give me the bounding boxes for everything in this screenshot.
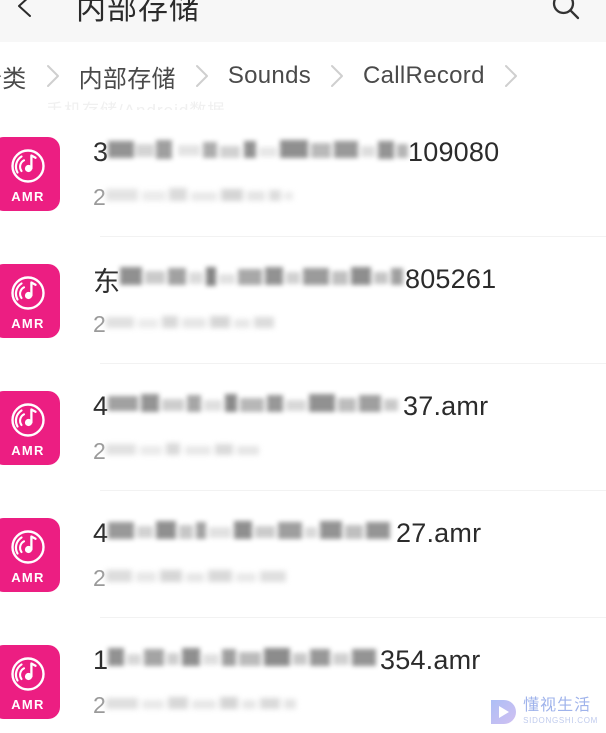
file-text-column: 4: [93, 491, 606, 618]
file-list-item[interactable]: AMR 3 109080 2: [0, 110, 606, 237]
file-list-item[interactable]: AMR 4: [0, 364, 606, 491]
chevron-right-icon: [485, 63, 537, 89]
amr-audio-icon: AMR: [0, 517, 60, 592]
music-disc-icon: [8, 146, 48, 186]
file-name: 4: [93, 389, 606, 423]
breadcrumb-item-category[interactable]: 分类: [0, 59, 27, 94]
file-name: 东 805261: [93, 262, 606, 297]
amr-icon-label: AMR: [11, 188, 45, 204]
back-arrow-icon: [13, 0, 39, 19]
file-meta-redacted: [105, 440, 266, 462]
music-disc-icon: [8, 400, 48, 440]
amr-audio-icon: AMR: [0, 644, 60, 719]
file-meta-lead: 2: [93, 691, 106, 718]
file-name: 3 109080: [93, 135, 606, 169]
search-button[interactable]: [542, 0, 590, 30]
title-bar: 内部存储: [0, 0, 606, 42]
chevron-right-icon: [311, 63, 363, 89]
file-name-tail: 354.amr: [380, 644, 481, 675]
file-meta: 2: [93, 690, 606, 720]
search-icon: [549, 0, 583, 23]
file-meta: 2: [93, 563, 606, 593]
file-meta: 2: [93, 436, 606, 466]
amr-icon-label: AMR: [11, 442, 45, 458]
breadcrumb: 分类 内部存储 Sounds CallRecord: [0, 42, 606, 110]
music-disc-icon: [8, 527, 48, 567]
breadcrumb-item-callrecord[interactable]: CallRecord: [363, 62, 485, 90]
file-name-lead: 4: [93, 517, 109, 548]
file-name-tail: 37.amr: [403, 390, 489, 421]
amr-icon-label: AMR: [11, 696, 45, 712]
file-name-lead: 东: [93, 266, 120, 297]
amr-icon-label: AMR: [11, 315, 45, 331]
file-name-redacted: [108, 393, 403, 419]
chevron-right-icon: [176, 63, 228, 89]
file-text-column: 3 109080 2: [93, 110, 606, 237]
breadcrumb-item-internal-storage[interactable]: 内部存储: [79, 59, 176, 94]
file-text-column: 4: [93, 364, 606, 491]
file-meta: 2: [93, 309, 606, 339]
file-meta-lead: 2: [93, 310, 106, 337]
file-list[interactable]: AMR 3 109080 2 AMR 东 805261 2 AMR 4 37.a…: [0, 110, 606, 733]
file-name-lead: 3: [93, 136, 109, 167]
file-list-item[interactable]: AMR 4: [0, 491, 606, 618]
file-meta-lead: 2: [93, 183, 106, 210]
file-name-tail: 27.amr: [396, 517, 482, 548]
file-name-lead: 1: [93, 644, 109, 675]
file-name-redacted: [108, 647, 380, 673]
music-disc-icon: [8, 273, 48, 313]
file-text-column: 东 805261 2: [93, 237, 606, 364]
page-title: 内部存储: [76, 0, 200, 26]
file-name-redacted: [108, 139, 409, 165]
file-meta-redacted: [105, 186, 296, 208]
amr-icon-label: AMR: [11, 569, 45, 585]
file-meta-redacted: [105, 313, 281, 335]
file-meta: 2: [93, 182, 606, 212]
file-list-item[interactable]: AMR 东 805261 2: [0, 237, 606, 364]
file-name-redacted: [120, 266, 405, 292]
music-disc-icon: [8, 654, 48, 694]
amr-audio-icon: AMR: [0, 136, 60, 211]
amr-audio-icon: AMR: [0, 263, 60, 338]
back-button[interactable]: [4, 0, 48, 28]
file-name-tail: 109080: [408, 136, 500, 167]
breadcrumb-item-sounds[interactable]: Sounds: [228, 62, 311, 90]
chevron-right-icon: [27, 63, 79, 89]
file-meta-redacted: [105, 567, 291, 589]
file-manager-screen: 内部存储 分类 内部存储 Sounds: [0, 0, 606, 733]
file-name-tail: 805261: [405, 263, 497, 294]
file-meta-lead: 2: [93, 437, 106, 464]
file-meta-lead: 2: [93, 564, 106, 591]
amr-audio-icon: AMR: [0, 390, 60, 465]
file-name: 4: [93, 516, 606, 550]
file-meta-redacted: [105, 694, 301, 716]
file-name-lead: 4: [93, 390, 109, 421]
file-name: 1 354.amr: [93, 643, 606, 677]
file-list-item[interactable]: AMR 1 354.amr 2: [0, 618, 606, 733]
file-text-column: 1 354.amr 2: [93, 618, 606, 733]
file-name-redacted: [108, 520, 396, 546]
